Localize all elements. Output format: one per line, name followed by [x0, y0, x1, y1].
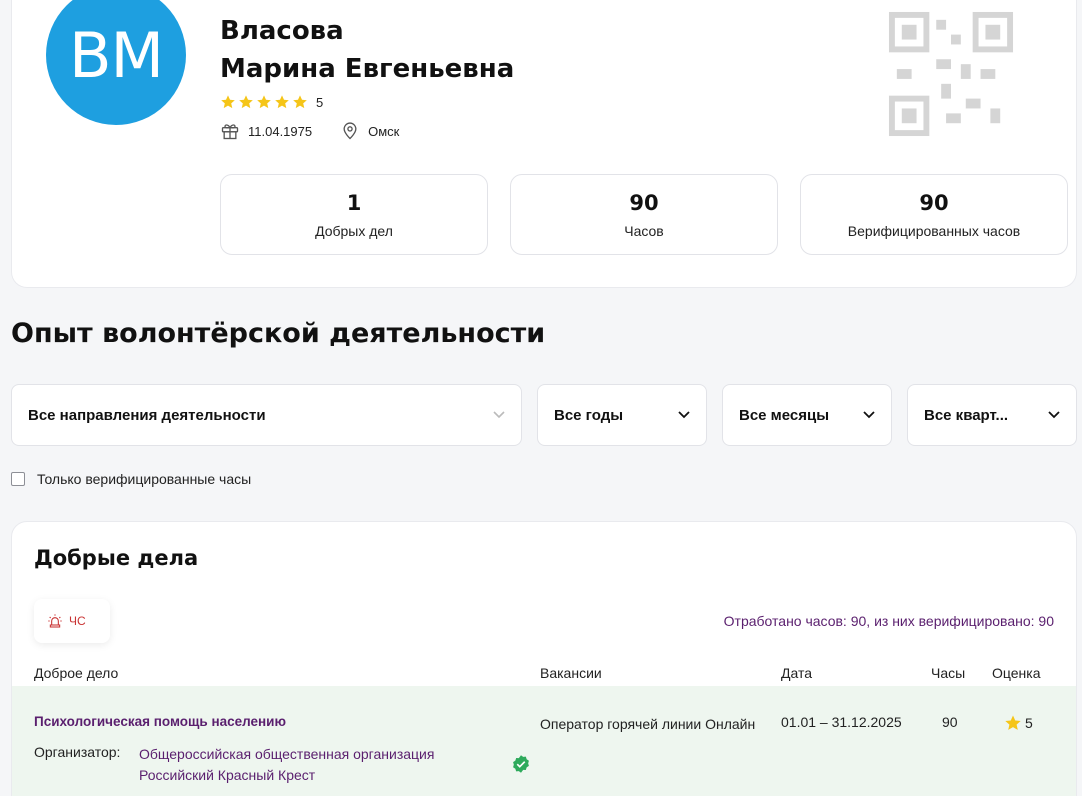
- profile-meta: 11.04.1975 Омск: [220, 121, 399, 141]
- filter-quarters-select[interactable]: Все кварт...: [907, 384, 1077, 446]
- profile-last-name: Власова: [220, 16, 344, 46]
- location-pin-icon: [343, 122, 357, 140]
- stat-label: Верифицированных часов: [847, 222, 1021, 239]
- deed-score: 5: [1004, 714, 1033, 732]
- deed-title-link[interactable]: Психологическая помощь населению: [34, 714, 286, 729]
- chevron-down-icon: [493, 411, 505, 419]
- section-title: Опыт волонтёрской деятельности: [11, 318, 546, 349]
- tag-label: ЧС: [69, 614, 86, 628]
- deed-score-value: 5: [1025, 715, 1033, 731]
- star-icon: [257, 95, 271, 109]
- filter-months-value: Все месяцы: [739, 406, 830, 424]
- filter-months-select[interactable]: Все месяцы: [722, 384, 892, 446]
- hours-summary: Отработано часов: 90, из них верифициров…: [723, 613, 1054, 629]
- stat-value: 90: [629, 190, 659, 215]
- chevron-down-icon: [863, 411, 875, 419]
- birthdate: 11.04.1975: [248, 123, 313, 139]
- deed-date: 01.01 – 31.12.2025: [781, 714, 902, 730]
- stats-row: 1 Добрых дел 90 Часов 90 Верифицированны…: [220, 174, 1068, 255]
- column-header-date: Дата: [781, 665, 813, 681]
- star-icon: [221, 95, 235, 109]
- star-icon: [239, 95, 253, 109]
- rating: 5: [220, 94, 323, 110]
- verified-check-icon: [513, 755, 529, 773]
- filter-direction-value: Все направления деятельности: [28, 406, 266, 424]
- good-deeds-card: Добрые дела ЧС Отработано часов: 90, из …: [11, 521, 1077, 796]
- qr-code-icon[interactable]: [886, 10, 1016, 138]
- stat-verified-hours: 90 Верифицированных часов: [800, 174, 1068, 255]
- filter-quarters-value: Все кварт...: [924, 406, 1009, 424]
- good-deeds-title: Добрые дела: [34, 546, 199, 570]
- column-header-vacancies: Вакансии: [540, 665, 602, 681]
- stat-value: 90: [919, 190, 949, 215]
- stat-label: Добрых дел: [315, 222, 393, 239]
- chevron-down-icon: [678, 411, 690, 419]
- city: Омск: [368, 123, 400, 139]
- rating-value: 5: [316, 94, 324, 110]
- vacancy-text: Оператор горячей линии Онлайн: [540, 716, 756, 732]
- profile-name: Власова Марина Евгеньевна: [220, 12, 514, 88]
- organizer-link[interactable]: Общероссийская общественная организация …: [139, 744, 479, 786]
- star-icon: [275, 95, 289, 109]
- star-icon: [293, 95, 307, 109]
- filter-years-select[interactable]: Все годы: [537, 384, 707, 446]
- stat-hours: 90 Часов: [510, 174, 778, 255]
- filter-years-value: Все годы: [554, 406, 624, 424]
- verified-only-label: Только верифицированные часы: [37, 471, 252, 487]
- chevron-down-icon: [1048, 411, 1060, 419]
- column-header-hours: Часы: [931, 665, 966, 681]
- emergency-tag-button[interactable]: ЧС: [34, 599, 110, 643]
- verified-only-checkbox[interactable]: [11, 472, 25, 486]
- avatar-initials: ВМ: [68, 18, 164, 92]
- star-icon: [1005, 715, 1021, 730]
- stat-label: Часов: [624, 222, 664, 239]
- table-row[interactable]: Психологическая помощь населению Организ…: [12, 686, 1076, 796]
- stat-good-deeds: 1 Добрых дел: [220, 174, 488, 255]
- column-header-deed: Доброе дело: [34, 665, 119, 681]
- column-header-score: Оценка: [992, 665, 1041, 681]
- avatar: ВМ: [46, 0, 186, 125]
- profile-first-names: Марина Евгеньевна: [220, 54, 515, 84]
- deed-hours: 90: [942, 714, 958, 730]
- filter-direction-select[interactable]: Все направления деятельности: [11, 384, 522, 446]
- gift-icon: [221, 124, 239, 140]
- stat-value: 1: [346, 190, 362, 215]
- organizer-label: Организатор:: [34, 744, 121, 760]
- siren-icon: [48, 614, 62, 628]
- verified-only-toggle[interactable]: Только верифицированные часы: [11, 471, 251, 487]
